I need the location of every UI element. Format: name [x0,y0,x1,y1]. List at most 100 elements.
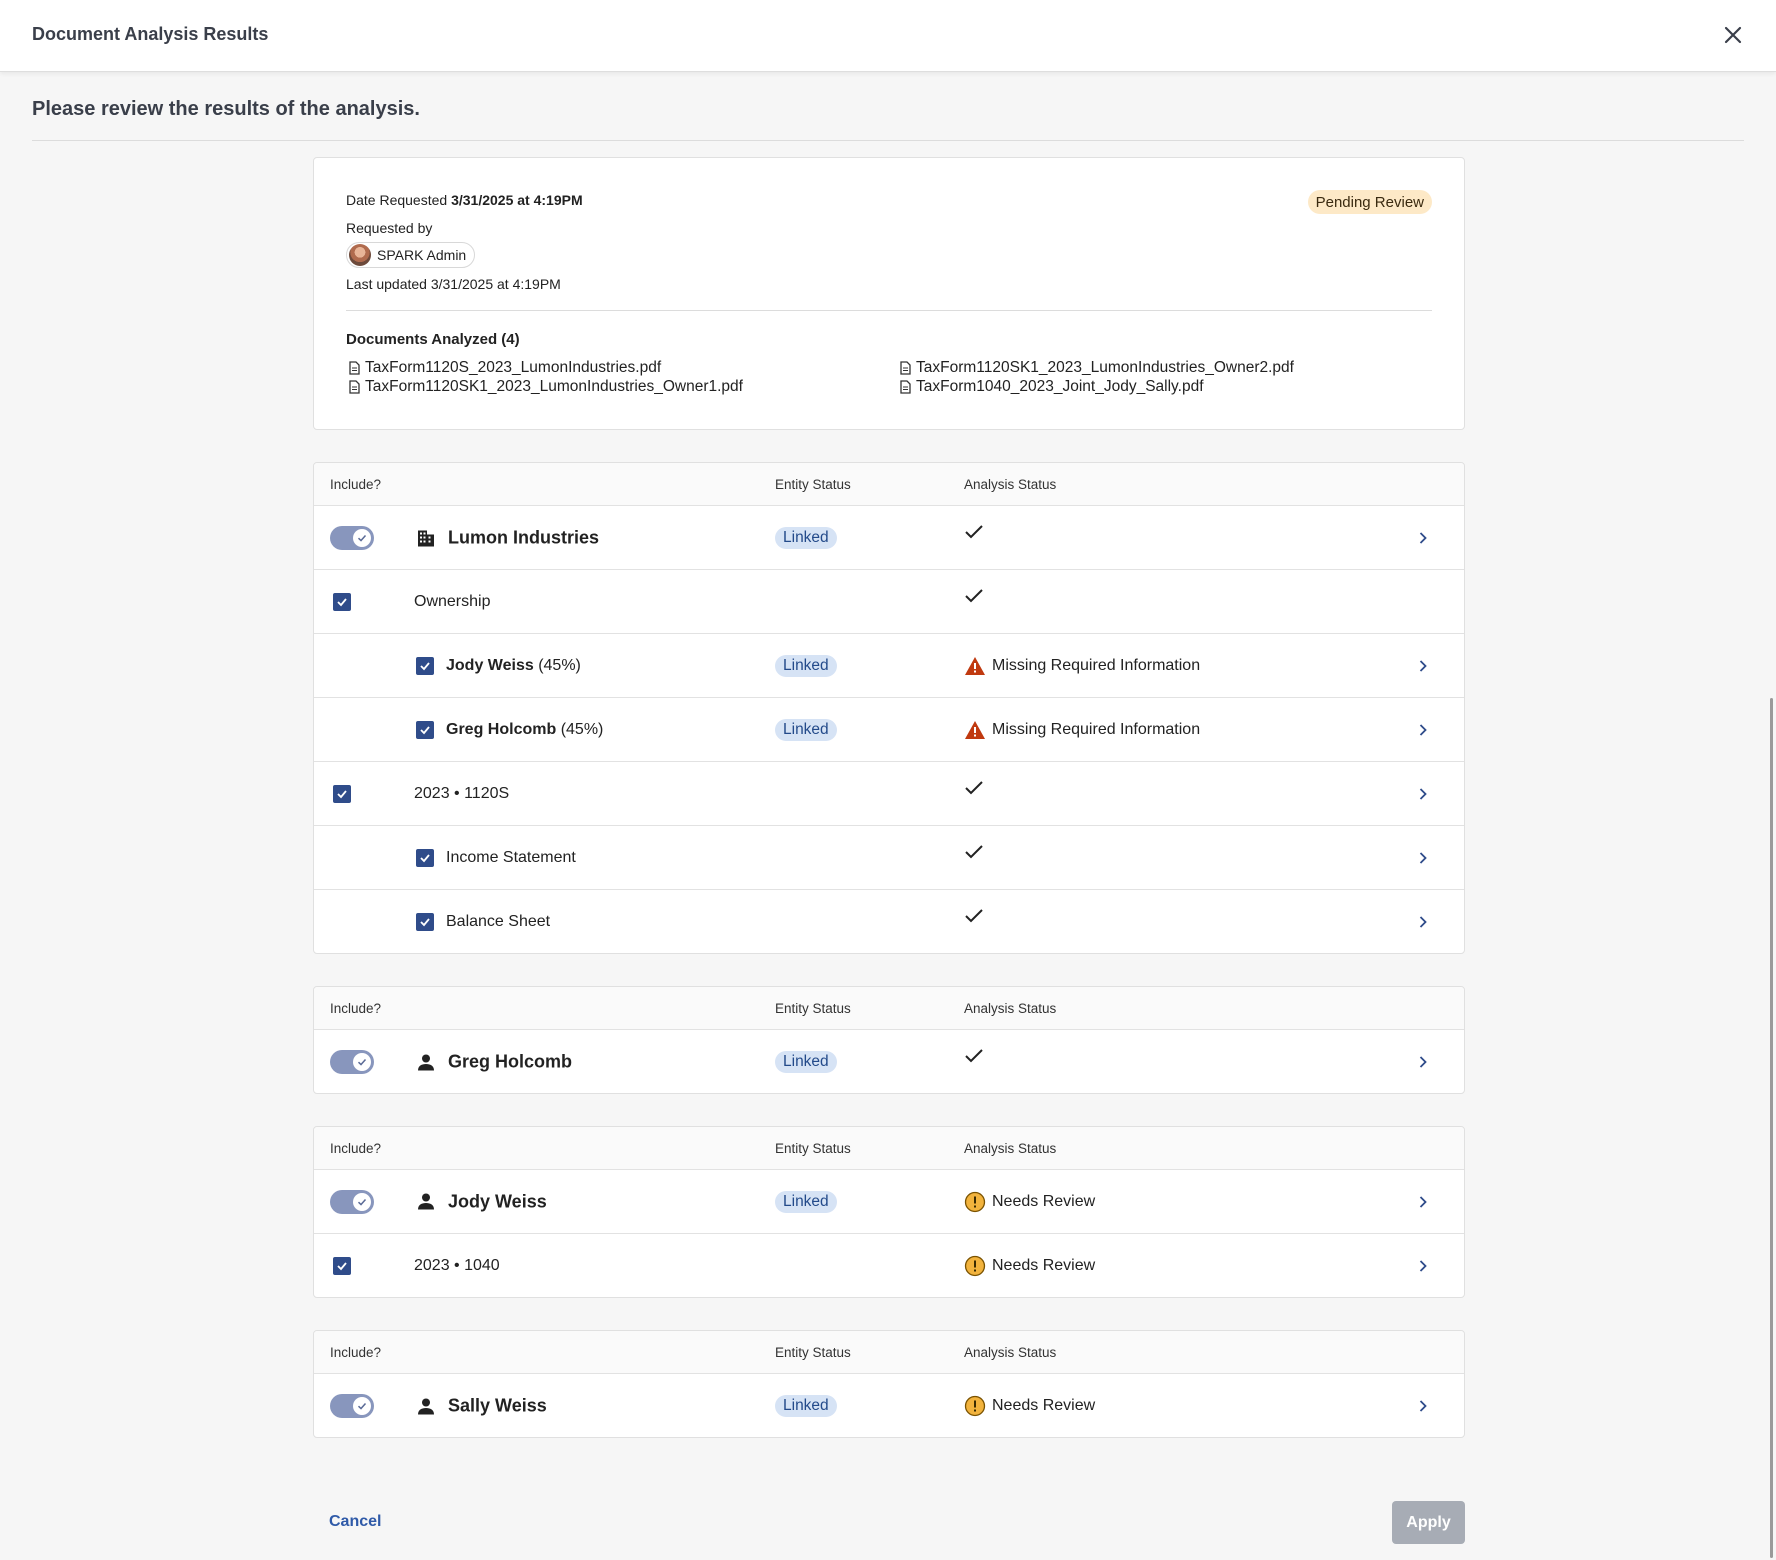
check-icon [965,909,983,923]
owner-row-jody: Jody Weiss (45%) Linked Missing Required… [314,634,1464,698]
entity-row: Sally Weiss Linked Needs Review [314,1374,1464,1438]
entity-row: Greg Holcomb Linked [314,1030,1464,1094]
analysis-status: Missing Required Information [992,656,1201,674]
check-icon [965,525,983,539]
row-label: Income Statement [446,848,576,866]
apply-button[interactable]: Apply [1392,1501,1465,1544]
date-requested: Date Requested 3/31/2025 at 4:19PM [346,192,583,208]
include-toggle[interactable] [330,1394,374,1418]
document-file[interactable]: TaxForm1120S_2023_LumonIndustries.pdf [348,359,661,377]
chevron-right-icon[interactable] [1415,1258,1431,1274]
include-toggle[interactable] [330,525,374,550]
close-icon[interactable] [1720,22,1746,48]
alert-circle-icon [964,1395,986,1417]
status-badge: Pending Review [1307,190,1432,214]
column-entity-status: Entity Status [775,1001,851,1016]
document-file[interactable]: TaxForm1040_2023_Joint_Jody_Sally.pdf [899,378,1204,396]
divider [346,310,1432,311]
document-file[interactable]: TaxForm1120SK1_2023_LumonIndustries_Owne… [348,378,743,396]
chevron-right-icon[interactable] [1415,1194,1431,1210]
entity-name: Jody Weiss [448,1191,547,1211]
chevron-right-icon[interactable] [1415,530,1431,546]
include-checkbox[interactable] [416,720,434,739]
check-icon [965,1049,983,1063]
cancel-button[interactable]: Cancel [329,1513,381,1531]
linked-badge: Linked [775,1395,837,1417]
avatar [349,244,371,266]
date-requested-label: Date Requested [346,192,448,208]
person-icon [418,1193,434,1210]
entity-group-sally: Include? Entity Status Analysis Status S… [313,1330,1465,1438]
owner-percentage: (45%) [560,720,604,738]
document-filename: TaxForm1120S_2023_LumonIndustries.pdf [365,359,662,376]
documents-title: Documents Analyzed (4) [346,331,520,348]
modal-header: Document Analysis Results [0,0,1776,72]
person-icon [418,1398,434,1414]
entity-row: Jody Weiss Linked Needs Review [314,1170,1464,1234]
divider [32,140,1744,141]
scrollbar[interactable] [1770,698,1773,1558]
row-label: Balance Sheet [446,913,551,930]
check-icon [965,781,983,795]
analysis-status: Needs Review [992,1192,1096,1210]
check-icon [965,845,983,859]
column-entity-status: Entity Status [775,1141,851,1156]
row-label: Ownership [414,592,491,610]
child-row-income-statement: Income Statement [314,826,1464,890]
file-icon [349,380,360,394]
include-toggle[interactable] [330,1050,374,1074]
chevron-right-icon[interactable] [1415,786,1431,802]
child-row-ownership: Ownership [314,570,1464,634]
include-checkbox[interactable] [416,913,434,931]
column-analysis-status: Analysis Status [964,477,1057,492]
child-row-balance-sheet: Balance Sheet [314,890,1464,954]
chevron-right-icon[interactable] [1415,658,1431,674]
column-analysis-status: Analysis Status [964,1345,1057,1360]
owner-name: Greg Holcomb [446,720,557,738]
include-checkbox[interactable] [416,848,434,867]
entity-name: Lumon Industries [448,527,600,547]
row-label: 2023 • 1040 [414,1257,500,1274]
entity-group-jody: Include? Entity Status Analysis Status J… [313,1126,1465,1298]
modal-title: Document Analysis Results [32,24,269,44]
owner-row-greg: Greg Holcomb (45%) Linked Missing Requir… [314,698,1464,762]
column-entity-status: Entity Status [775,477,851,492]
owner-name: Jody Weiss [446,656,534,674]
file-icon [349,361,360,375]
include-checkbox[interactable] [333,784,351,803]
owner-percentage: (45%) [538,656,581,674]
toggle-knob [353,1192,371,1211]
chevron-right-icon[interactable] [1415,1398,1431,1414]
linked-badge: Linked [775,526,837,549]
column-include: Include? [330,1141,382,1156]
column-analysis-status: Analysis Status [964,1141,1057,1156]
chevron-right-icon[interactable] [1415,850,1431,866]
chevron-right-icon[interactable] [1415,722,1431,738]
table-header: Include? Entity Status Analysis Status [314,463,1464,506]
toggle-knob [353,528,371,547]
column-include: Include? [330,477,382,492]
child-row-1120s: 2023 • 1120S [314,762,1464,826]
entity-name: Greg Holcomb [448,1051,573,1072]
include-checkbox[interactable] [416,656,434,675]
document-file[interactable]: TaxForm1120SK1_2023_LumonIndustries_Owne… [899,359,1294,377]
file-icon [900,380,911,394]
include-checkbox[interactable] [333,1257,351,1275]
analysis-status: Needs Review [992,1397,1096,1414]
entity-row: Lumon Industries Linked [314,506,1464,570]
include-checkbox[interactable] [333,592,351,611]
child-row-1040: 2023 • 1040 Needs Review [314,1234,1464,1298]
table-header: Include? Entity Status Analysis Status [314,1331,1464,1374]
chevron-right-icon[interactable] [1415,1054,1431,1070]
warning-triangle-icon [965,720,985,739]
entity-name: Sally Weiss [448,1395,547,1416]
table-header: Include? Entity Status Analysis Status [314,1127,1464,1170]
linked-badge: Linked [775,1051,837,1073]
date-requested-value: 3/31/2025 at 4:19PM [451,192,583,208]
alert-circle-icon [964,1255,986,1277]
chevron-right-icon[interactable] [1415,914,1431,930]
include-toggle[interactable] [330,1189,374,1214]
user-chip[interactable]: SPARK Admin [346,242,476,268]
toggle-knob [353,1397,371,1415]
document-filename: TaxForm1120SK1_2023_LumonIndustries_Owne… [365,378,743,395]
